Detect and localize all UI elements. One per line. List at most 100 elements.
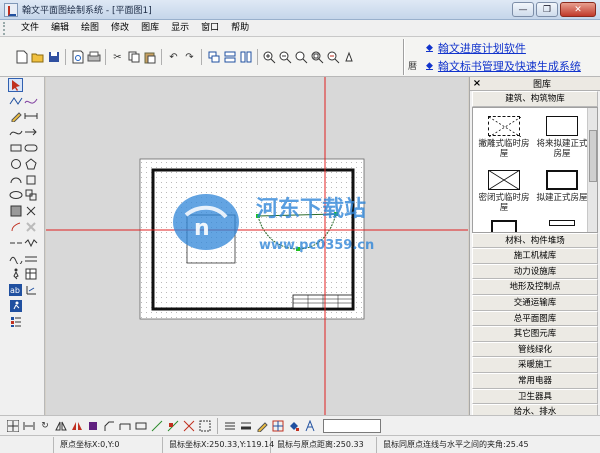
pencil-icon[interactable]: [8, 109, 23, 123]
circle-icon[interactable]: [8, 157, 23, 171]
menu-file[interactable]: 文件: [15, 21, 45, 36]
menu-draw[interactable]: 绘图: [75, 21, 105, 36]
polyline-icon[interactable]: [8, 94, 23, 108]
library-close-icon[interactable]: ×: [470, 78, 484, 89]
mirror-icon[interactable]: [54, 419, 68, 433]
hatch-icon[interactable]: [271, 419, 285, 433]
library-category[interactable]: 卫生器具: [472, 388, 598, 405]
minimize-button[interactable]: —: [512, 2, 534, 17]
command-input[interactable]: [323, 418, 381, 433]
mirror-vertical-icon[interactable]: [70, 419, 84, 433]
zoom-in-icon[interactable]: [262, 49, 277, 65]
paint-bucket-icon[interactable]: [287, 419, 301, 433]
stretch-icon[interactable]: [22, 419, 36, 433]
menu-display[interactable]: 显示: [165, 21, 195, 36]
block-icon[interactable]: [198, 419, 212, 433]
ad-link-schedule[interactable]: ◆ 翰文进度计划软件: [426, 39, 581, 57]
text-icon[interactable]: ab: [8, 283, 23, 297]
select-arrow-icon[interactable]: [8, 77, 23, 92]
fill-icon[interactable]: [8, 204, 23, 218]
library-scrollbar[interactable]: [587, 107, 597, 232]
zoom-window-icon[interactable]: [294, 49, 309, 65]
dimension-line-icon[interactable]: [23, 109, 38, 123]
multi-line-icon[interactable]: [23, 252, 38, 266]
library-item[interactable]: [477, 219, 531, 232]
polygon-icon[interactable]: [23, 157, 38, 171]
cut-icon[interactable]: ✂: [110, 49, 125, 65]
arc-icon[interactable]: [8, 173, 23, 187]
list-icon[interactable]: [8, 315, 23, 329]
freehand-icon[interactable]: [23, 94, 38, 108]
rectangle-icon[interactable]: [8, 141, 23, 155]
library-category[interactable]: 总平面图库: [472, 310, 598, 327]
layout-horizontal-icon[interactable]: [222, 49, 237, 65]
zoom-out-icon[interactable]: [278, 49, 293, 65]
cloud-line-icon[interactable]: [8, 252, 23, 266]
new-file-icon[interactable]: [14, 49, 29, 65]
running-man-icon[interactable]: [8, 299, 23, 313]
maximize-button[interactable]: ❐: [536, 2, 558, 17]
library-category[interactable]: 采暖施工: [472, 357, 598, 373]
library-category[interactable]: 动力设施库: [472, 263, 598, 280]
layout-cascade-icon[interactable]: [206, 49, 221, 65]
arrow-line-icon[interactable]: [23, 125, 38, 139]
array-icon[interactable]: [166, 419, 180, 433]
zoom-previous-icon[interactable]: [326, 49, 341, 65]
chamfer-icon[interactable]: [102, 419, 116, 433]
library-category[interactable]: 地形及控制点: [472, 279, 598, 295]
redo-icon[interactable]: ↷: [182, 49, 197, 65]
axis-icon[interactable]: [23, 283, 38, 297]
extend-icon[interactable]: [150, 419, 164, 433]
library-item[interactable]: 撇雕式临时房屋: [477, 115, 531, 159]
ad-link-bid[interactable]: ◆ 翰文标书管理及快速生成系统: [426, 57, 581, 75]
square-icon[interactable]: [23, 173, 38, 187]
library-category[interactable]: 其它图元库: [472, 326, 598, 342]
paste-icon[interactable]: [142, 49, 157, 65]
close-button[interactable]: ✕: [560, 2, 596, 17]
line-thin-icon[interactable]: [223, 419, 237, 433]
menu-edit[interactable]: 编辑: [45, 21, 75, 36]
library-scroll-thumb[interactable]: [589, 129, 597, 182]
layout-vertical-icon[interactable]: [238, 49, 253, 65]
save-icon[interactable]: [46, 49, 61, 65]
open-folder-icon[interactable]: [30, 49, 45, 65]
library-category[interactable]: 管线绿化: [472, 341, 598, 358]
library-category[interactable]: 施工机械库: [472, 248, 598, 264]
library-item[interactable]: [535, 219, 589, 229]
library-category[interactable]: 材料、构件堆场: [472, 232, 598, 249]
table-icon[interactable]: [23, 267, 38, 281]
print-icon[interactable]: [86, 49, 101, 65]
menu-modify[interactable]: 修改: [105, 21, 135, 36]
library-item[interactable]: 将来拟建正式房屋: [535, 115, 589, 159]
color-fill-icon[interactable]: [86, 419, 100, 433]
trim-icon[interactable]: [23, 204, 38, 218]
walk-icon[interactable]: [8, 267, 23, 281]
pen-color-icon[interactable]: [255, 419, 269, 433]
library-category[interactable]: 交通运输库: [472, 294, 598, 311]
zoom-all-icon[interactable]: [310, 49, 325, 65]
menu-help[interactable]: 帮助: [225, 21, 255, 36]
rotate-icon[interactable]: ↻: [38, 419, 52, 433]
menu-library[interactable]: 图库: [135, 21, 165, 36]
library-item[interactable]: 密闭式临时房屋: [477, 169, 531, 213]
line-weight-icon[interactable]: [239, 419, 253, 433]
undo-icon[interactable]: ↶: [166, 49, 181, 65]
ellipse-icon[interactable]: [8, 188, 23, 202]
wave-line-icon[interactable]: [23, 236, 38, 250]
print-preview-icon[interactable]: [70, 49, 85, 65]
group-icon[interactable]: [23, 188, 38, 202]
offset-icon[interactable]: [118, 419, 132, 433]
rounded-rect-icon[interactable]: [23, 141, 38, 155]
drawing-canvas[interactable]: n 河东下载站 www.pc0359.cn: [46, 77, 468, 415]
explode-icon[interactable]: [182, 419, 196, 433]
pan-icon[interactable]: [342, 49, 357, 65]
menu-window[interactable]: 窗口: [195, 21, 225, 36]
curve-icon[interactable]: [8, 125, 23, 139]
library-category[interactable]: 常用电器: [472, 372, 598, 389]
break-icon[interactable]: [134, 419, 148, 433]
delete-icon[interactable]: [23, 220, 38, 234]
line-break-icon[interactable]: [8, 236, 23, 250]
library-item[interactable]: 拟建正式房屋: [535, 169, 589, 203]
text-style-icon[interactable]: [303, 419, 317, 433]
bezier-icon[interactable]: [8, 220, 23, 234]
